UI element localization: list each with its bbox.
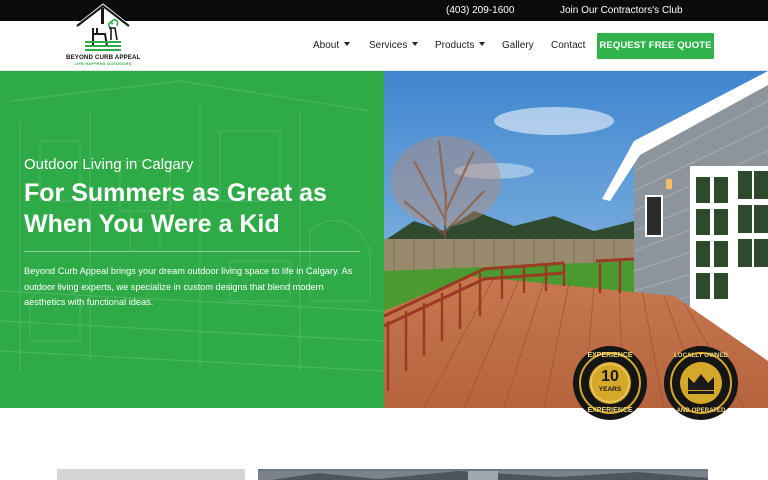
request-quote-button[interactable]: REQUEST FREE QUOTE — [597, 33, 714, 59]
roof-photo-illustration — [258, 471, 708, 480]
caret-down-icon — [344, 42, 351, 47]
experience-badge: EXPERIENCE 10 YEARS EXPERIENCE — [572, 345, 648, 421]
site-header: BEYOND CURB APPEAL LIFE HAPPENS OUTDOORS… — [0, 3, 768, 71]
nav-item-label: Products — [435, 40, 475, 51]
badge-top-text: EXPERIENCE — [587, 352, 633, 359]
nav-item-gallery[interactable]: Gallery — [502, 21, 534, 71]
locally-owned-badge: LOCALLY OWNED AND OPERATED — [663, 345, 739, 421]
hero-text-panel: Outdoor Living in Calgary For Summers as… — [0, 71, 384, 408]
nav-item-label: Gallery — [502, 40, 534, 51]
nav-item-about[interactable]: About — [313, 21, 351, 71]
phone-link[interactable]: (403) 209-1600 — [446, 0, 514, 21]
hero-title: For Summers as Great as When You Were a … — [24, 179, 327, 238]
badge-top-text: LOCALLY OWNED — [674, 352, 728, 359]
hero-divider — [24, 251, 360, 252]
section-image-placeholder — [57, 469, 245, 480]
nav-item-label: Services — [369, 40, 408, 51]
logo-name: BEYOND CURB APPEAL — [66, 54, 141, 61]
nav-item-contact[interactable]: Contact — [551, 21, 585, 71]
logo-tagline: LIFE HAPPENS OUTDOORS — [74, 62, 132, 66]
caret-down-icon — [412, 42, 419, 47]
badge-years: YEARS — [598, 386, 622, 393]
nav-item-label: About — [313, 40, 340, 51]
nav-item-services[interactable]: Services — [369, 21, 419, 71]
nav-item-label: Contact — [551, 40, 586, 51]
caret-down-icon — [479, 42, 486, 47]
hero-description: Beyond Curb Appeal brings your dream out… — [24, 266, 353, 307]
badge-number: 10 — [601, 368, 619, 385]
badge-bottom-text: EXPERIENCE — [587, 407, 633, 414]
section-photo-preview — [258, 469, 708, 480]
hero-subtitle: Outdoor Living in Calgary — [24, 156, 194, 173]
nav-item-products[interactable]: Products — [435, 21, 486, 71]
contractors-club-link[interactable]: Join Our Contractors's Club — [560, 0, 683, 21]
house-with-chair-logo-icon — [73, 3, 133, 53]
badge-bottom-text: AND OPERATED — [676, 407, 726, 414]
